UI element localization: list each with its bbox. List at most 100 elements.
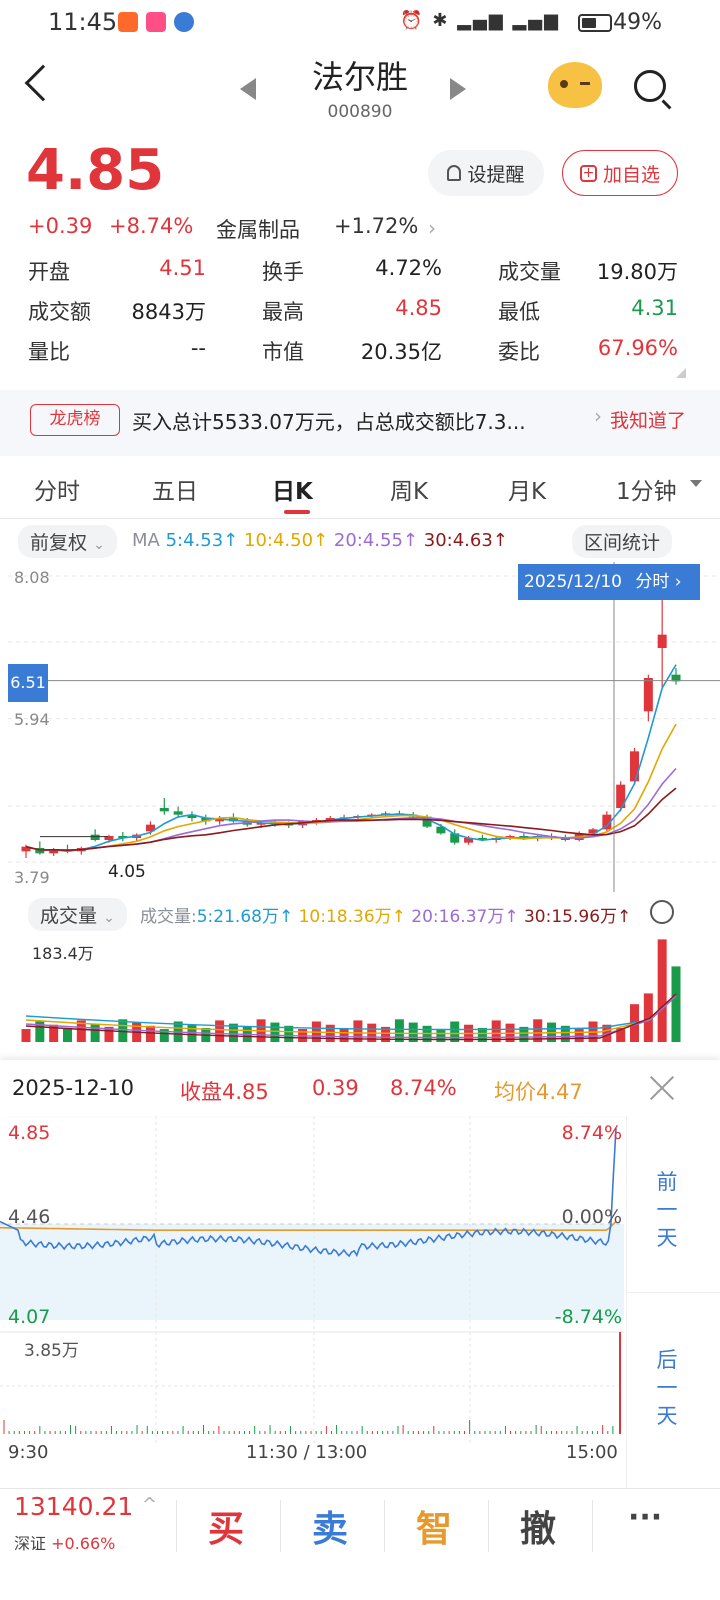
time-end: 15:00 [566,1442,618,1463]
volume-bar [270,1022,280,1042]
index-name-text: 深证 [14,1534,47,1553]
volume-ratio-value: -- [190,336,206,360]
amount-label: 成交额 [28,300,91,324]
volume-bar [215,1020,225,1042]
low-value: 4.31 [631,296,678,320]
add-favorite-button[interactable]: + 加自选 [562,150,678,196]
intraday-vol-max: 3.85万 [24,1341,79,1361]
market-cap-value: 20.35亿 [360,340,442,364]
tab-active-indicator [284,510,310,514]
volume-bar [62,1027,72,1042]
turnover-value: 4.72% [375,256,442,280]
low-label: 最低 [498,300,540,324]
time-start: 9:30 [8,1442,49,1463]
battery-icon [578,14,612,32]
close-icon[interactable] [648,1074,676,1102]
cursor-price-box: 6.51 [8,664,48,702]
adjust-dropdown[interactable]: 前复权 ⌄ [18,525,117,558]
ma-line [25,787,677,852]
banner-text[interactable]: 买入总计5533.07万元，占总成交额比7.3... [132,406,572,435]
cursor-link: 分时 [635,572,670,592]
high-label: 最高 [262,300,304,324]
buy-button[interactable]: 买 [208,1500,244,1552]
more-button[interactable]: ··· [628,1500,662,1535]
change-value: +0.39 [28,214,93,238]
volume-ma-legend: 成交量:5:21.68万↑ 10:18.36万↑ 20:16.37万↑ 30:1… [140,902,631,927]
high-value: 4.85 [395,296,442,320]
sector-name[interactable]: 金属制品 [216,214,300,244]
volume-indicator-dropdown[interactable]: 成交量 ⌄ [28,898,127,931]
chevron-right-icon: › [674,572,682,592]
ma30-value: 30:4.63↑ [423,530,508,551]
sector-change[interactable]: +1.72% [334,214,418,238]
divider [488,1500,489,1552]
low-marker-label: 4.05 [108,862,146,882]
ma20-value: 20:4.55↑ [333,530,419,551]
expand-corner-icon[interactable] [676,368,686,378]
ma10-value: 10:4.50↑ [244,530,329,551]
tab-daily-k[interactable]: 日K [272,472,313,506]
status-bar: 11:45 ⏰ ✱ ▂▄▆ ▂▄▆ 49% [0,0,720,46]
intraday-pct-top: 8.74% [561,1122,622,1144]
intraday-date: 2025-12-10 [12,1076,135,1100]
intraday-y-top: 4.85 [8,1122,51,1144]
settings-gear-icon[interactable] [650,900,674,924]
divider [280,1500,281,1552]
intraday-change: 0.39 [312,1076,359,1100]
mascot-icon[interactable] [548,62,602,108]
y-axis-bottom: 3.79 [14,868,50,887]
chevron-right-icon: › [594,404,602,428]
divider [626,1292,720,1293]
amount-value: 8843万 [131,300,206,324]
intraday-chart[interactable] [0,1116,720,1488]
tab-weekly-k[interactable]: 周K [390,472,428,506]
intraday-y-bottom: 4.07 [8,1306,51,1328]
intraday-pct-mid: 0.00% [561,1206,622,1228]
volume-indicator-label: 成交量 [40,905,98,927]
bid-ratio-value: 67.96% [597,336,678,360]
set-alert-button[interactable]: 设提醒 [428,150,544,196]
intraday-pct-bottom: -8.74% [554,1306,622,1328]
status-time: 11:45 [48,8,118,36]
tab-minute[interactable]: 1分钟 [616,472,677,506]
kline-chart[interactable] [0,562,720,892]
tab-intraday[interactable]: 分时 [34,472,80,506]
time-mid: 11:30 / 13:00 [246,1442,368,1463]
set-alert-label: 设提醒 [467,163,525,186]
chevron-up-icon[interactable]: ^ [142,1494,157,1515]
bell-icon [447,165,462,181]
cancel-order-button[interactable]: 撤 [520,1500,556,1552]
ma-legend: MA 5:4.53↑ 10:4.50↑ 20:4.55↑ 30:4.63↑ [132,530,508,551]
open-value: 4.51 [159,256,206,280]
volume-value: 19.80万 [596,260,678,284]
next-day-button[interactable]: 后一天 [655,1346,679,1430]
index-value[interactable]: 13140.21 [14,1492,133,1521]
prev-day-button[interactable]: 前一天 [655,1168,679,1252]
app-notification-icon [146,12,166,32]
volume-bar [21,1029,31,1042]
candle-body [173,811,183,815]
volume-bar [145,1025,155,1042]
search-icon[interactable] [634,70,666,102]
chevron-down-icon: ⌄ [93,537,105,553]
index-change: +0.66% [51,1534,116,1553]
chevron-down-icon[interactable] [690,480,702,487]
change-percent: +8.74% [109,214,194,238]
range-stats-button[interactable]: 区间统计 [572,525,673,558]
chevron-right-icon[interactable]: › [428,216,436,240]
ma5-value: 5:4.53↑ [165,530,239,551]
signal-icon: ⏰ ✱ ▂▄▆ ▂▄▆ [400,10,560,31]
cursor-date-box[interactable]: 2025/12/10 分时 › [518,564,700,600]
ma-line [25,723,677,852]
sell-button[interactable]: 卖 [312,1500,348,1552]
volume-ratio-label: 量比 [28,340,70,364]
divider [384,1500,385,1552]
tab-monthly-k[interactable]: 月K [508,472,546,506]
app-notification-icon [118,12,138,32]
open-label: 开盘 [28,260,70,284]
tab-five-day[interactable]: 五日 [152,472,198,506]
smart-button[interactable]: 智 [416,1500,452,1552]
intraday-avg-price: 均价4.47 [494,1080,583,1104]
got-it-button[interactable]: 我知道了 [610,406,686,433]
chevron-down-icon: ⌄ [103,910,115,926]
